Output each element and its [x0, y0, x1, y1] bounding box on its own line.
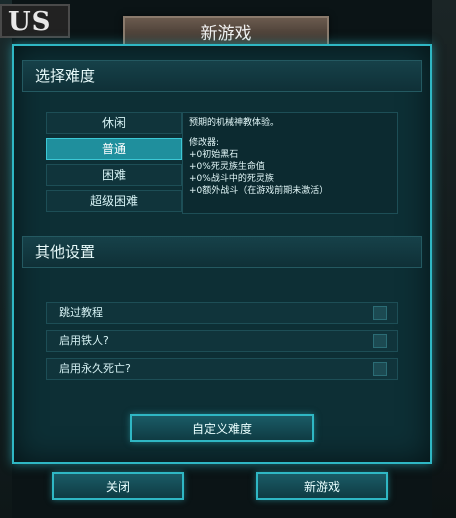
modifier-line: +0初始黑石 — [189, 150, 239, 160]
modifier-line: +0额外战斗（在游戏前期未激活） — [189, 186, 329, 196]
difficulty-description: 预期的机械神教体验。 修改器: +0初始黑石 +0%死灵族生命值 +0%战斗中的… — [182, 112, 398, 214]
difficulty-option-normal[interactable]: 普通 — [46, 138, 182, 160]
close-button[interactable]: 关闭 — [52, 472, 184, 500]
option-permadeath: 启用永久死亡? — [46, 358, 398, 380]
background-left — [0, 0, 12, 518]
difficulty-option-casual[interactable]: 休闲 — [46, 112, 182, 134]
difficulty-option-hard[interactable]: 困难 — [46, 164, 182, 186]
other-settings-section-header: 其他设置 — [22, 236, 422, 268]
option-skip-tutorial-label: 跳过教程 — [59, 306, 103, 319]
custom-difficulty-button[interactable]: 自定义难度 — [130, 414, 314, 442]
modifier-line: +0%战斗中的死灵族 — [189, 174, 274, 184]
difficulty-option-very-hard[interactable]: 超级困难 — [46, 190, 182, 212]
option-permadeath-label: 启用永久死亡? — [59, 362, 131, 375]
game-logo-text: US — [8, 7, 52, 37]
difficulty-list: 休闲 普通 困难 超级困难 — [46, 112, 182, 216]
permadeath-checkbox[interactable] — [373, 362, 387, 376]
modifiers-title: 修改器: — [189, 138, 220, 148]
game-logo: US — [0, 4, 70, 38]
new-game-button[interactable]: 新游戏 — [256, 472, 388, 500]
background-right — [432, 0, 456, 518]
modifier-line: +0%死灵族生命值 — [189, 162, 265, 172]
option-ironman: 启用铁人? — [46, 330, 398, 352]
skip-tutorial-checkbox[interactable] — [373, 306, 387, 320]
option-skip-tutorial: 跳过教程 — [46, 302, 398, 324]
new-game-dialog: 选择难度 休闲 普通 困难 超级困难 预期的机械神教体验。 修改器: +0初始黑… — [12, 44, 432, 464]
difficulty-section-header: 选择难度 — [22, 60, 422, 92]
window-title: 新游戏 — [123, 16, 329, 46]
option-ironman-label: 启用铁人? — [59, 334, 109, 347]
difficulty-description-text: 预期的机械神教体验。 — [189, 118, 280, 128]
ironman-checkbox[interactable] — [373, 334, 387, 348]
